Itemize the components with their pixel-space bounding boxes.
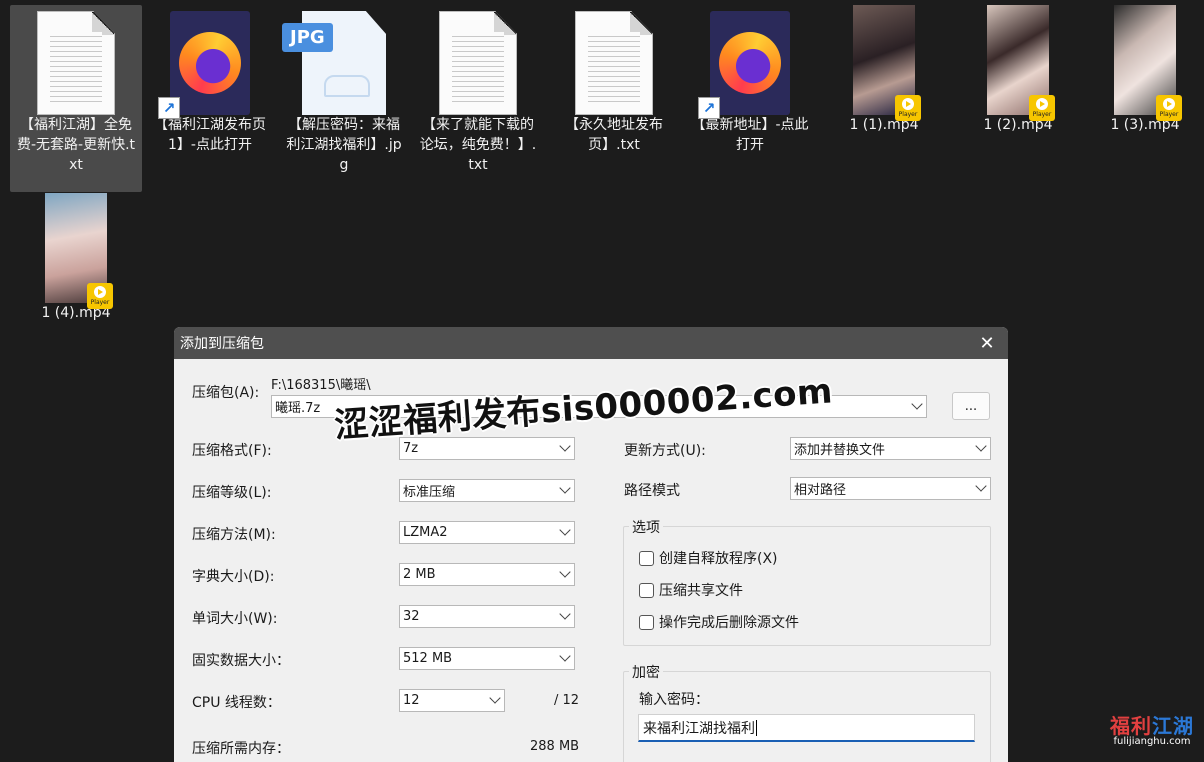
format-value: 7z — [403, 441, 419, 456]
solid-size-value: 512 MB — [403, 651, 453, 666]
file-item-jpg[interactable]: JPG 【解压密码：来福利江湖找福利】.jpg — [278, 5, 410, 179]
chevron-down-icon — [559, 524, 571, 536]
memory-value: 288 MB — [530, 739, 580, 754]
level-value: 标准压缩 — [403, 485, 456, 500]
option-sfx-label: 创建自释放程序(X) — [659, 551, 778, 567]
video-thumbnail: Player — [26, 193, 126, 309]
player-badge-icon: Player — [895, 95, 921, 121]
method-value: LZMA2 — [403, 525, 448, 540]
update-mode-select[interactable]: 添加并替换文件 — [790, 437, 991, 460]
password-input[interactable]: 来福利江湖找福利 — [638, 714, 975, 742]
word-size-label: 单词大小(W): — [192, 611, 278, 627]
memory-label: 压缩所需内存： — [192, 741, 290, 757]
chevron-down-icon — [559, 566, 571, 578]
archive-label: 压缩包(A): — [192, 385, 260, 401]
file-name: 【最新地址】-点此打开 — [691, 117, 809, 153]
file-item-mp4[interactable]: Player 1 (3).mp4 — [1086, 5, 1204, 139]
checkbox-icon — [639, 550, 654, 566]
chevron-down-icon — [559, 482, 571, 494]
text-file-icon — [428, 5, 528, 115]
player-badge-icon: Player — [87, 283, 113, 309]
option-delete-source-label: 操作完成后删除源文件 — [659, 615, 799, 631]
firefox-icon: ↗ — [158, 5, 260, 119]
chevron-down-icon — [975, 480, 987, 492]
file-name: 【福利江湖】全免费-无套路-更新快.txt — [16, 117, 136, 173]
chevron-down-icon — [559, 608, 571, 620]
password-value: 来福利江湖找福利 — [643, 720, 755, 737]
chevron-down-icon — [975, 440, 987, 452]
video-thumbnail: Player — [968, 5, 1068, 121]
video-thumbnail: Player — [834, 5, 934, 121]
dialog-titlebar[interactable]: 添加到压缩包 ✕ — [174, 327, 1008, 359]
shortcut-arrow-icon: ↗ — [158, 97, 180, 119]
cpu-threads-total: / 12 — [554, 693, 580, 708]
file-name: 【福利江湖发布页1】-点此打开 — [154, 117, 266, 153]
solid-size-label: 固实数据大小： — [192, 653, 290, 669]
checkbox-icon — [639, 614, 654, 630]
file-name: 【解压密码：来福利江湖找福利】.jpg — [286, 117, 402, 173]
file-item-mp4[interactable]: Player 1 (1).mp4 — [818, 5, 950, 139]
file-item-txt[interactable]: 【福利江湖】全免费-无套路-更新快.txt — [10, 5, 142, 192]
dict-size-select[interactable]: 2 MB — [399, 563, 575, 586]
path-mode-value: 相对路径 — [794, 483, 847, 498]
update-mode-label: 更新方式(U): — [624, 443, 706, 459]
video-thumbnail: Player — [1095, 5, 1195, 121]
method-select[interactable]: LZMA2 — [399, 521, 575, 544]
player-badge-icon: Player — [1029, 95, 1055, 121]
file-item-firefox-shortcut[interactable]: ↗ 【福利江湖发布页1】-点此打开 — [144, 5, 276, 159]
chevron-down-icon — [559, 650, 571, 662]
update-mode-value: 添加并替换文件 — [794, 443, 886, 458]
file-item-txt[interactable]: 【永久地址发布页】.txt — [548, 5, 680, 159]
player-badge-icon: Player — [1156, 95, 1182, 121]
option-sfx-checkbox[interactable]: 创建自释放程序(X) — [639, 548, 778, 568]
file-item-firefox-shortcut[interactable]: ↗ 【最新地址】-点此打开 — [684, 5, 816, 159]
path-mode-select[interactable]: 相对路径 — [790, 477, 991, 500]
level-select[interactable]: 标准压缩 — [399, 479, 575, 502]
path-mode-label: 路径模式 — [624, 483, 680, 499]
chevron-down-icon — [911, 398, 923, 410]
option-shared-checkbox[interactable]: 压缩共享文件 — [639, 580, 743, 600]
jpg-badge: JPG — [282, 23, 333, 52]
word-size-select[interactable]: 32 — [399, 605, 575, 628]
method-label: 压缩方法(M): — [192, 527, 276, 543]
solid-size-select[interactable]: 512 MB — [399, 647, 575, 670]
image-file-icon: JPG — [282, 5, 394, 115]
level-label: 压缩等级(L): — [192, 485, 272, 501]
format-label: 压缩格式(F): — [192, 443, 272, 459]
dialog-title: 添加到压缩包 — [180, 336, 264, 352]
watermark-logo: 福利江湖 fulijianghu.com — [1110, 714, 1194, 747]
dict-size-label: 字典大小(D): — [192, 569, 275, 585]
chevron-down-icon — [489, 692, 501, 704]
dict-size-value: 2 MB — [403, 567, 436, 582]
cpu-threads-select[interactable]: 12 — [399, 689, 505, 712]
browse-button[interactable]: ... — [952, 392, 990, 420]
cpu-threads-label: CPU 线程数： — [192, 695, 281, 711]
file-item-mp4[interactable]: Player 1 (2).mp4 — [952, 5, 1084, 139]
file-name: 【来了就能下载的论坛，纯免费！】.txt — [419, 117, 537, 173]
file-item-txt[interactable]: 【来了就能下载的论坛，纯免费！】.txt — [412, 5, 544, 179]
options-title: 选项 — [629, 517, 663, 537]
file-name: 【永久地址发布页】.txt — [565, 117, 663, 153]
file-name: 1 (2).mp4 — [983, 117, 1053, 133]
option-delete-source-checkbox[interactable]: 操作完成后删除源文件 — [639, 612, 799, 632]
archive-name-value: 曦瑶.7z — [275, 401, 321, 416]
password-label: 输入密码： — [639, 692, 709, 708]
close-icon[interactable]: ✕ — [974, 330, 1000, 356]
archive-path: F:\168315\曦瑶\ — [271, 378, 371, 393]
text-file-icon — [564, 5, 664, 115]
file-name: 1 (3).mp4 — [1110, 117, 1180, 133]
file-item-mp4[interactable]: Player 1 (4).mp4 — [10, 193, 142, 327]
checkbox-icon — [639, 582, 654, 598]
chevron-down-icon — [559, 440, 571, 452]
shortcut-arrow-icon: ↗ — [698, 97, 720, 119]
file-name: 1 (4).mp4 — [41, 305, 111, 321]
encryption-title: 加密 — [629, 662, 663, 682]
option-shared-label: 压缩共享文件 — [659, 583, 743, 599]
cpu-threads-value: 12 — [403, 693, 420, 708]
word-size-value: 32 — [403, 609, 420, 624]
text-file-icon — [26, 5, 126, 115]
file-name: 1 (1).mp4 — [849, 117, 919, 133]
firefox-icon: ↗ — [698, 5, 800, 119]
